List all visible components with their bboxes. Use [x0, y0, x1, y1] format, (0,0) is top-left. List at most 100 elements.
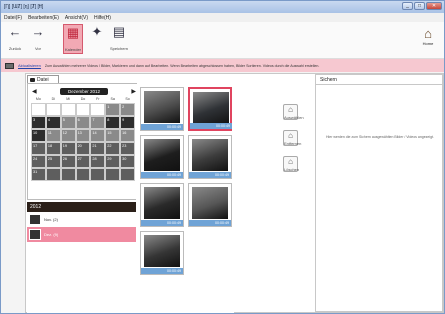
- main-panel: Datei ◀ Dezember 2012 ▶ Mo Di Mi Do Fr S…: [25, 73, 444, 313]
- tab-datei[interactable]: Datei: [27, 75, 59, 83]
- calendar-button[interactable]: ▦ Kalender: [63, 24, 83, 54]
- calendar-day[interactable]: 30: [120, 155, 135, 168]
- menu-help[interactable]: Hilfe(H): [94, 15, 111, 21]
- calendar-day[interactable]: 31: [31, 168, 46, 181]
- calendar-day[interactable]: 27: [75, 155, 91, 168]
- save-button[interactable]: ▤ Speichern: [109, 24, 129, 54]
- delete-label: Löschen: [284, 167, 300, 172]
- calendar-day[interactable]: 29: [105, 155, 121, 168]
- minimize-button[interactable]: _: [402, 2, 413, 10]
- thumbnail-card[interactable]: 00:00:49: [140, 135, 184, 179]
- forward-button[interactable]: → Vor: [28, 24, 48, 54]
- month-thumbnail: [29, 229, 41, 240]
- window-controls: _ □ ✕: [402, 2, 442, 10]
- calendar-day[interactable]: 25: [45, 155, 61, 168]
- delete-button[interactable]: ⌂ Löschen: [283, 156, 300, 172]
- calendar-empty-cell: [120, 168, 135, 181]
- weekday: Do: [80, 97, 86, 101]
- year-row-dez[interactable]: Dez. (9): [27, 227, 137, 242]
- calendar: ◀ Dezember 2012 ▶ Mo Di Mi Do Fr Sa So 1…: [27, 83, 137, 200]
- weekday: Sa: [110, 97, 115, 101]
- calendar-day[interactable]: 5: [60, 116, 76, 129]
- action-buttons: ⌂ Auswählen ⌂ Entfernen ⌂ Löschen: [283, 104, 304, 182]
- calendar-day[interactable]: 18: [45, 142, 61, 155]
- arrow-right-icon: →: [31, 24, 45, 39]
- calendar-day[interactable]: 14: [90, 129, 106, 142]
- refresh-link[interactable]: Aktualisieren: [18, 63, 41, 68]
- thumbnail-card[interactable]: 00:00:49: [188, 135, 232, 179]
- calendar-day[interactable]: 24: [31, 155, 46, 168]
- folder-icon: [30, 77, 35, 82]
- calendar-day[interactable]: 8: [105, 116, 121, 129]
- cloud-icon: ⌂: [288, 157, 293, 166]
- calendar-day[interactable]: 17: [31, 142, 46, 155]
- calendar-day[interactable]: 12: [60, 129, 76, 142]
- remove-button[interactable]: ⌂ Entfernen: [283, 130, 302, 146]
- calendar-day[interactable]: 13: [75, 129, 91, 142]
- year-row-nov[interactable]: Nov. (2): [27, 212, 137, 227]
- info-bar: Aktualisieren Zum Auswählen mehrerer Vid…: [1, 59, 444, 72]
- calendar-day[interactable]: 7: [90, 116, 106, 129]
- save-icon: ▤: [112, 24, 126, 39]
- thumbnail-card[interactable]: 00:00:49: [140, 87, 184, 131]
- calendar-day[interactable]: 1: [105, 103, 121, 116]
- toolbar: ← Zurück → Vor ▦ Kalender ✦ ▤ Speichern …: [1, 22, 444, 59]
- thumbnail-image: [192, 139, 228, 171]
- calendar-day[interactable]: 16: [120, 129, 135, 142]
- back-label: Zurück: [8, 46, 22, 51]
- calendar-empty-cell: [90, 168, 106, 181]
- weekday: Mo: [35, 97, 41, 101]
- weekday: Mi: [66, 97, 71, 101]
- calendar-day[interactable]: 2: [120, 103, 135, 116]
- menu-edit[interactable]: Bearbeiten(E): [28, 15, 59, 21]
- prev-month-icon[interactable]: ◀: [32, 88, 37, 95]
- thumbnail-card[interactable]: 00:00:49: [140, 231, 184, 275]
- remove-label: Entfernen: [284, 141, 302, 146]
- calendar-day[interactable]: 20: [75, 142, 91, 155]
- year-list: 2012 Nov. (2) Dez. (9): [27, 202, 137, 313]
- calendar-day[interactable]: 19: [60, 142, 76, 155]
- tab-sichern[interactable]: Sichern: [316, 75, 442, 85]
- calendar-day[interactable]: 11: [45, 129, 61, 142]
- calendar-day[interactable]: 23: [120, 142, 135, 155]
- cloud-icon: ⌂: [288, 131, 293, 140]
- calendar-day[interactable]: 10: [31, 129, 46, 142]
- select-button[interactable]: ⌂ Auswählen: [283, 104, 304, 120]
- calendar-day[interactable]: 21: [90, 142, 106, 155]
- calendar-day[interactable]: 26: [60, 155, 76, 168]
- thumbnail-card[interactable]: 00:00:49: [188, 87, 232, 131]
- calendar-empty-cell: [45, 168, 61, 181]
- home-label: Home: [422, 41, 434, 46]
- calendar-day[interactable]: 28: [90, 155, 106, 168]
- title-bar: [Ƞ] [ƜȾ] [ƞ] [Ⱦ] [ƗƗ] _ □ ✕: [1, 1, 444, 13]
- thumbnail-card[interactable]: 00:00:49: [140, 183, 184, 227]
- thumbnail-image: [144, 91, 180, 123]
- thumbnail-image: [144, 139, 180, 171]
- thumbnail-duration: 00:00:49: [141, 172, 183, 178]
- calendar-grid: 1 2 3 4 5 6 7 8 9 10 11 12 13 14 15 16 17 18 19 20 21 22 23 24 2…: [31, 103, 135, 181]
- calendar-day[interactable]: 3: [31, 116, 46, 129]
- info-icon: [5, 62, 14, 69]
- calendar-header: ◀ Dezember 2012 ▶: [32, 87, 136, 95]
- calendar-day[interactable]: 4: [45, 116, 61, 129]
- star-button[interactable]: ✦: [87, 24, 107, 54]
- calendar-month: Dezember 2012: [59, 87, 109, 95]
- weekday: Fr: [96, 97, 100, 101]
- calendar-icon: ▦: [66, 25, 80, 40]
- thumbnail-card[interactable]: 00:00:49: [188, 183, 232, 227]
- calendar-day[interactable]: 9: [120, 116, 135, 129]
- thumbnail-image: [192, 187, 228, 219]
- home-button[interactable]: ⌂ Home: [418, 26, 438, 54]
- back-button[interactable]: ← Zurück: [5, 24, 25, 54]
- maximize-button[interactable]: □: [414, 2, 425, 10]
- close-button[interactable]: ✕: [426, 2, 442, 10]
- calendar-day[interactable]: 6: [75, 116, 91, 129]
- menu-view[interactable]: Ansicht(V): [65, 15, 88, 21]
- calendar-empty-cell: [60, 168, 76, 181]
- menu-file[interactable]: Datei(F): [4, 15, 22, 21]
- thumbnail-image: [144, 235, 180, 267]
- tab-label: Datei: [37, 76, 49, 83]
- thumbnail-image: [144, 187, 180, 219]
- calendar-day[interactable]: 22: [105, 142, 121, 155]
- calendar-day[interactable]: 15: [105, 129, 121, 142]
